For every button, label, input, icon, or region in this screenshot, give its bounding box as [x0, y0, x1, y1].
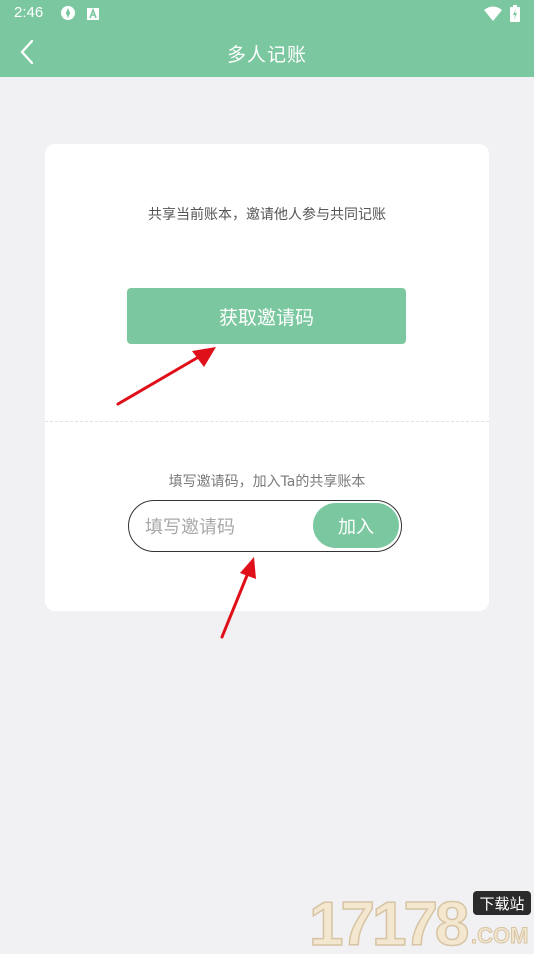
join-description: 填写邀请码，加入Ta的共享账本 — [168, 474, 366, 490]
svg-text:17178: 17178 — [309, 890, 468, 950]
app-header: 2:46 多人记账 — [0, 0, 534, 77]
dashed-divider — [45, 421, 489, 422]
share-description: 共享当前账本，邀请他人参与共同记账 — [148, 207, 386, 223]
page-title: 多人记账 — [226, 44, 307, 66]
battery-icon — [510, 5, 520, 26]
get-invite-code-button[interactable]: 获取邀请码 — [127, 288, 406, 344]
vpn-icon — [60, 5, 76, 25]
wifi-icon — [484, 6, 502, 25]
watermark-logo: 17178 下载站 .COM — [305, 885, 533, 954]
svg-text:.COM: .COM — [471, 923, 528, 948]
status-icons-left — [60, 5, 100, 25]
font-icon — [86, 6, 100, 25]
annotation-arrow-lower — [220, 557, 256, 639]
status-time: 2:46 — [14, 4, 44, 21]
status-icons-right — [484, 5, 520, 26]
annotation-arrow-upper — [116, 347, 216, 406]
join-button[interactable]: 加入 — [313, 503, 399, 548]
invite-code-input[interactable] — [143, 511, 307, 543]
svg-text:下载站: 下载站 — [479, 895, 524, 913]
join-form: 加入 — [128, 500, 402, 552]
